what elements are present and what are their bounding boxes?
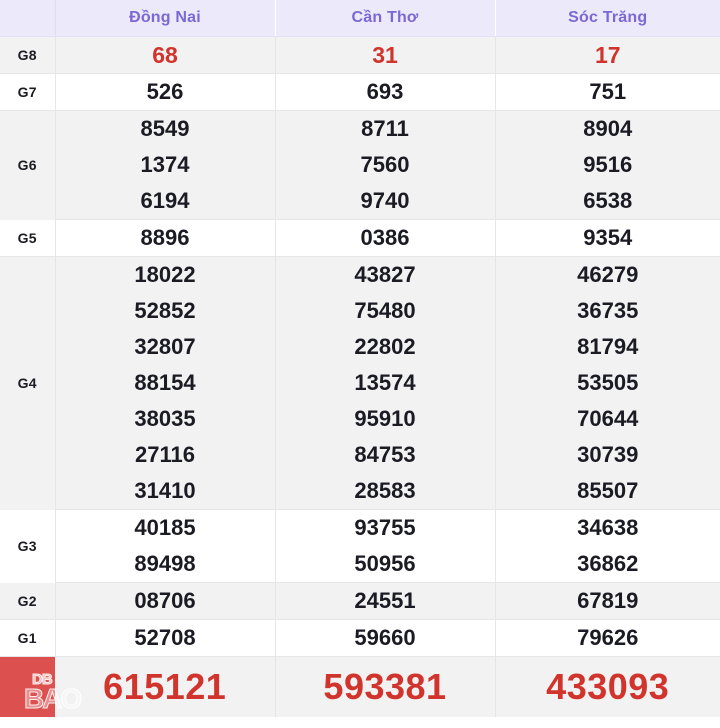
prize-row-g4-line1: G4 18022 43827 46279	[0, 256, 720, 510]
cell-g5-can-tho: 0386	[275, 219, 496, 257]
cell-g8-dong-nai: 68	[55, 36, 276, 74]
cell-g4-can-tho-2: 75480	[275, 293, 496, 329]
prize-row-g7: G7 526 693 751	[0, 73, 720, 111]
prize-label-g1: G1	[0, 619, 56, 657]
cell-g5-soc-trang: 9354	[495, 219, 720, 257]
cell-g8-can-tho: 31	[275, 36, 496, 74]
column-header-can-tho: Cần Thơ	[275, 0, 496, 37]
cell-g4-dong-nai-7: 31410	[55, 473, 276, 510]
cell-special-soc-trang: 433093	[495, 656, 720, 717]
cell-g4-dong-nai-2: 52852	[55, 293, 276, 329]
results-grid: Đồng Nai Cần Thơ Sóc Trăng G8 68 31 17 G…	[0, 0, 720, 717]
cell-g6-can-tho-2: 7560	[275, 147, 496, 183]
cell-g7-dong-nai: 526	[55, 73, 276, 111]
cell-g4-dong-nai-6: 27116	[55, 437, 276, 473]
table-body: G8 68 31 17 G7 526 693 751 G6 8549 8711 …	[0, 36, 720, 717]
prize-label-g8: G8	[0, 36, 56, 74]
prize-label-g6: G6	[0, 110, 56, 220]
cell-g4-dong-nai-4: 88154	[55, 365, 276, 401]
prize-row-g4-line7: 31410 28583 85507	[0, 473, 720, 510]
cell-g7-soc-trang: 751	[495, 73, 720, 111]
cell-g4-can-tho-6: 84753	[275, 437, 496, 473]
prize-row-g4-line3: 32807 22802 81794	[0, 329, 720, 365]
cell-special-dong-nai: 615121	[55, 656, 276, 717]
prize-row-g1: G1 52708 59660 79626	[0, 619, 720, 657]
cell-g4-soc-trang-4: 53505	[495, 365, 720, 401]
lottery-results-table: Đồng Nai Cần Thơ Sóc Trăng G8 68 31 17 G…	[0, 0, 720, 728]
cell-g6-dong-nai-3: 6194	[55, 183, 276, 220]
cell-g1-can-tho: 59660	[275, 619, 496, 657]
prize-row-g5: G5 8896 0386 9354	[0, 219, 720, 257]
cell-g3-can-tho-2: 50956	[275, 546, 496, 583]
cell-g1-soc-trang: 79626	[495, 619, 720, 657]
prize-row-g3-line2: 89498 50956 36862	[0, 546, 720, 583]
cell-g7-can-tho: 693	[275, 73, 496, 111]
cell-g6-soc-trang-3: 6538	[495, 183, 720, 220]
prize-label-special	[0, 656, 55, 717]
table-header: Đồng Nai Cần Thơ Sóc Trăng	[0, 0, 720, 37]
prize-row-special: 615121 593381 433093	[0, 656, 720, 717]
cell-g6-can-tho-1: 8711	[275, 110, 496, 147]
cell-g6-dong-nai-1: 8549	[55, 110, 276, 147]
prize-row-g6-line2: 1374 7560 9516	[0, 147, 720, 183]
cell-g4-soc-trang-3: 81794	[495, 329, 720, 365]
cell-g4-can-tho-7: 28583	[275, 473, 496, 510]
cell-g2-can-tho: 24551	[275, 582, 496, 620]
header-blank-cell	[0, 0, 56, 37]
prize-row-g4-line5: 38035 95910 70644	[0, 401, 720, 437]
cell-g4-soc-trang-5: 70644	[495, 401, 720, 437]
cell-g4-soc-trang-6: 30739	[495, 437, 720, 473]
cell-g4-can-tho-1: 43827	[275, 256, 496, 293]
cell-g4-dong-nai-1: 18022	[55, 256, 276, 293]
cell-g3-dong-nai-2: 89498	[55, 546, 276, 583]
prize-row-g4-line4: 88154 13574 53505	[0, 365, 720, 401]
prize-row-g6-line3: 6194 9740 6538	[0, 183, 720, 220]
cell-g2-soc-trang: 67819	[495, 582, 720, 620]
cell-g4-can-tho-5: 95910	[275, 401, 496, 437]
cell-g3-dong-nai-1: 40185	[55, 509, 276, 546]
prize-label-g2: G2	[0, 582, 56, 620]
cell-g4-can-tho-4: 13574	[275, 365, 496, 401]
column-header-dong-nai: Đồng Nai	[55, 0, 276, 37]
cell-g5-dong-nai: 8896	[55, 219, 276, 257]
prize-row-g2: G2 08706 24551 67819	[0, 582, 720, 620]
cell-g3-soc-trang-2: 36862	[495, 546, 720, 583]
cell-g4-soc-trang-2: 36735	[495, 293, 720, 329]
cell-g2-dong-nai: 08706	[55, 582, 276, 620]
prize-label-g3: G3	[0, 509, 56, 583]
cell-g6-dong-nai-2: 1374	[55, 147, 276, 183]
prize-label-g4: G4	[0, 256, 56, 510]
column-header-soc-trang: Sóc Trăng	[495, 0, 720, 37]
cell-g4-dong-nai-5: 38035	[55, 401, 276, 437]
cell-g4-can-tho-3: 22802	[275, 329, 496, 365]
cell-g4-soc-trang-1: 46279	[495, 256, 720, 293]
prize-row-g4-line2: 52852 75480 36735	[0, 293, 720, 329]
cell-g4-soc-trang-7: 85507	[495, 473, 720, 510]
cell-g1-dong-nai: 52708	[55, 619, 276, 657]
cell-g8-soc-trang: 17	[495, 36, 720, 74]
cell-special-can-tho: 593381	[275, 656, 496, 717]
cell-g6-can-tho-3: 9740	[275, 183, 496, 220]
prize-row-g8: G8 68 31 17	[0, 36, 720, 74]
prize-row-g6-line1: G6 8549 8711 8904	[0, 110, 720, 220]
prize-label-g5: G5	[0, 219, 56, 257]
prize-row-g3-line1: G3 40185 93755 34638	[0, 509, 720, 583]
prize-row-g4-line6: 27116 84753 30739	[0, 437, 720, 473]
cell-g3-can-tho-1: 93755	[275, 509, 496, 546]
prize-label-g7: G7	[0, 73, 56, 111]
cell-g4-dong-nai-3: 32807	[55, 329, 276, 365]
cell-g6-soc-trang-1: 8904	[495, 110, 720, 147]
header-row: Đồng Nai Cần Thơ Sóc Trăng	[0, 0, 720, 37]
cell-g3-soc-trang-1: 34638	[495, 509, 720, 546]
cell-g6-soc-trang-2: 9516	[495, 147, 720, 183]
